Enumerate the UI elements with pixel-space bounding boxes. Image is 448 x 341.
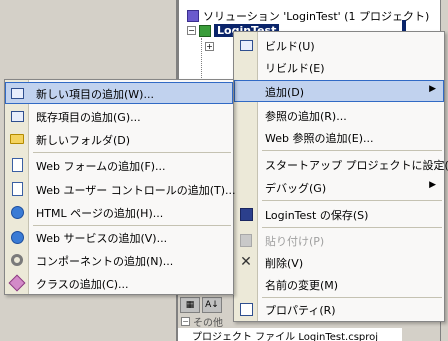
menu-item-rename[interactable]: 名前の変更(M) <box>234 273 444 295</box>
web-form-icon <box>9 157 25 173</box>
submenu-item-html-page[interactable]: HTML ページの追加(H)... <box>5 201 233 223</box>
collapse-icon[interactable]: − <box>187 26 196 35</box>
submenu-item-new-folder[interactable]: 新しいフォルダ(D) <box>5 128 233 150</box>
delete-icon: ✕ <box>240 254 252 270</box>
submenu-item-component[interactable]: コンポーネントの追加(N)... <box>5 249 233 271</box>
existing-item-icon <box>9 108 25 124</box>
user-control-icon <box>9 181 25 197</box>
submenu-item-class[interactable]: クラスの追加(C)... <box>5 272 233 294</box>
menu-item-set-startup[interactable]: スタートアップ プロジェクトに設定(A) <box>234 153 448 175</box>
solution-label: ソリューション 'LoginTest' (1 プロジェクト) <box>203 10 430 23</box>
web-service-icon <box>9 229 25 245</box>
tree-lines <box>201 38 202 78</box>
menu-item-build[interactable]: ビルド(U) <box>234 34 444 56</box>
categorized-button[interactable]: ▦ <box>180 297 200 313</box>
menu-item-add-web-reference[interactable]: Web 参照の追加(E)... <box>234 126 444 148</box>
folder-icon <box>9 131 25 147</box>
project-icon <box>199 24 211 37</box>
menu-separator <box>262 227 442 228</box>
menu-item-add-reference[interactable]: 参照の追加(R)... <box>234 104 444 126</box>
menu-separator <box>33 152 231 153</box>
menu-item-rebuild[interactable]: リビルド(E) <box>234 56 444 78</box>
submenu-item-web-form[interactable]: Web フォームの追加(F)... <box>5 154 233 176</box>
add-submenu: 新しい項目の追加(W)... 既存項目の追加(G)... 新しいフォルダ(D) … <box>4 79 236 295</box>
alphabetical-button[interactable]: A↓ <box>202 297 222 313</box>
properties-toolbar: ▦ A↓ <box>178 295 230 315</box>
menu-item-properties[interactable]: プロパティ(R) <box>234 298 444 320</box>
new-item-icon <box>9 85 25 101</box>
properties-icon <box>238 301 254 317</box>
save-icon <box>238 206 254 222</box>
expand-icon[interactable]: + <box>205 42 214 51</box>
collapse-icon[interactable]: − <box>181 317 190 326</box>
menu-separator <box>262 150 442 151</box>
menu-item-save[interactable]: LoginTest の保存(S) <box>234 203 444 225</box>
menu-item-paste[interactable]: 貼り付け(P) <box>234 229 444 251</box>
menu-item-add[interactable]: 追加(D) ▶ <box>234 80 444 102</box>
menu-item-delete[interactable]: ✕ 削除(V) <box>234 251 444 273</box>
solution-node[interactable]: ソリューション 'LoginTest' (1 プロジェクト) <box>187 8 429 24</box>
html-page-icon <box>9 204 25 220</box>
submenu-item-user-control[interactable]: Web ユーザー コントロールの追加(T)... <box>5 178 236 200</box>
submenu-arrow-icon: ▶ <box>429 180 436 190</box>
submenu-item-new-item[interactable]: 新しい項目の追加(W)... <box>5 82 233 104</box>
properties-row[interactable]: プロジェクト ファイル LoginTest.csproj <box>178 328 402 341</box>
solution-icon <box>187 10 199 22</box>
menu-item-debug[interactable]: デバッグ(G) ▶ <box>234 176 444 198</box>
menu-separator <box>262 200 442 201</box>
submenu-item-existing-item[interactable]: 既存項目の追加(G)... <box>5 105 233 127</box>
context-menu: ビルド(U) リビルド(E) 追加(D) ▶ 参照の追加(R)... Web 参… <box>233 31 448 322</box>
build-icon <box>238 37 254 53</box>
category-label: その他 <box>193 318 223 329</box>
submenu-item-web-service[interactable]: Web サービスの追加(V)... <box>5 226 233 248</box>
component-icon <box>9 252 25 268</box>
paste-icon <box>238 232 254 248</box>
submenu-arrow-icon: ▶ <box>429 84 436 94</box>
class-icon <box>8 274 26 292</box>
